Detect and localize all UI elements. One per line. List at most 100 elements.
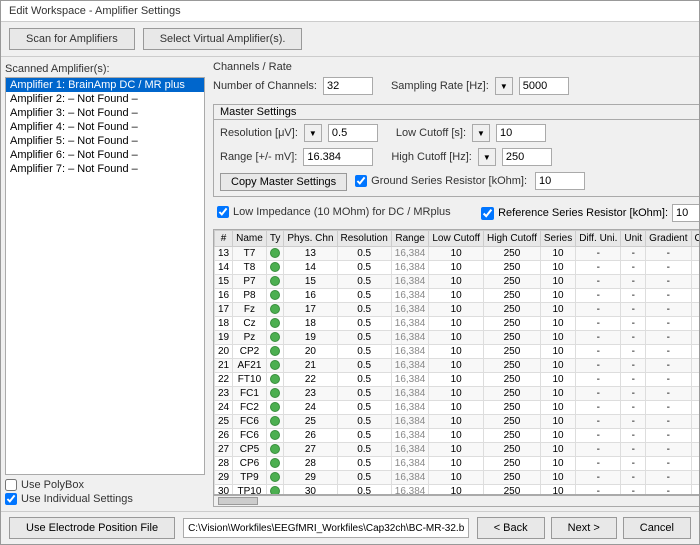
select-virtual-button[interactable]: Select Virtual Amplifier(s). — [143, 28, 303, 50]
use-polyboxy-checkbox[interactable] — [5, 479, 17, 491]
table-cell-series: 10 — [540, 457, 575, 471]
table-cell-num: 23 — [215, 387, 233, 401]
title-bar: Edit Workspace - Amplifier Settings — [1, 1, 699, 22]
table-cell-range: 16,384 — [391, 331, 429, 345]
table-cell-num: 15 — [215, 275, 233, 289]
table-cell-high: 250 — [484, 317, 541, 331]
table-cell-ty — [266, 443, 284, 457]
table-row[interactable]: 25FC6250.516,3841025010---- — [215, 415, 700, 429]
amplifier-item-5[interactable]: Amplifier 5: – Not Found – — [6, 134, 204, 148]
low-cutoff-input[interactable] — [496, 124, 546, 142]
low-impedance-checkbox[interactable] — [217, 206, 229, 218]
copy-master-button[interactable]: Copy Master Settings — [220, 173, 347, 191]
table-row[interactable]: 14T8140.516,3841025010---- — [215, 261, 700, 275]
low-impedance-label: Low Impedance (10 MOhm) for DC / MRplus — [233, 206, 451, 218]
table-cell-ty — [266, 429, 284, 443]
horizontal-scrollbar[interactable] — [213, 495, 699, 507]
sampling-rate-input[interactable] — [519, 77, 569, 95]
table-cell-res: 0.5 — [337, 457, 391, 471]
table-cell-num: 28 — [215, 457, 233, 471]
table-cell-num: 22 — [215, 373, 233, 387]
ref-series-input[interactable] — [672, 204, 699, 222]
table-cell-res: 0.5 — [337, 317, 391, 331]
table-cell-range: 16,384 — [391, 289, 429, 303]
electrode-position-button[interactable]: Use Electrode Position File — [9, 517, 175, 539]
table-cell-gradient: - — [646, 331, 691, 345]
resolution-input[interactable] — [328, 124, 378, 142]
col-header-res: Resolution — [337, 231, 391, 247]
table-row[interactable]: 29TP9290.516,3841025010---- — [215, 471, 700, 485]
table-cell-phys: 18 — [284, 317, 337, 331]
table-cell-phys: 27 — [284, 443, 337, 457]
table-row[interactable]: 16P8160.516,3841025010---- — [215, 289, 700, 303]
amplifier-item-2[interactable]: Amplifier 2: – Not Found – — [6, 92, 204, 106]
table-cell-high: 250 — [484, 331, 541, 345]
table-cell-ty — [266, 345, 284, 359]
table-cell-phys: 22 — [284, 373, 337, 387]
table-row[interactable]: 17Fz170.516,3841025010---- — [215, 303, 700, 317]
footer-right-buttons: < Back Next > Cancel — [477, 517, 691, 539]
range-input[interactable] — [303, 148, 373, 166]
sampling-rate-dropdown[interactable]: ▼ — [495, 77, 513, 95]
col-header-range: Range — [391, 231, 429, 247]
table-row[interactable]: 22FT10220.516,3841025010---- — [215, 373, 700, 387]
high-cutoff-dropdown[interactable]: ▼ — [478, 148, 496, 166]
table-cell-high: 250 — [484, 261, 541, 275]
table-cell-range: 16,384 — [391, 359, 429, 373]
table-cell-range: 16,384 — [391, 415, 429, 429]
ref-series-checkbox[interactable] — [481, 207, 494, 220]
table-cell-diff: - — [576, 331, 621, 345]
table-row[interactable]: 26FC6260.516,3841025010---- — [215, 429, 700, 443]
ground-series-checkbox[interactable] — [355, 175, 367, 187]
amplifier-item-4[interactable]: Amplifier 4: – Not Found – — [6, 120, 204, 134]
channel-type-icon — [270, 304, 280, 314]
amplifier-item-7[interactable]: Amplifier 7: – Not Found – — [6, 162, 204, 176]
table-cell-name: FC2 — [233, 401, 267, 415]
cancel-button[interactable]: Cancel — [623, 517, 691, 539]
ground-series-input[interactable] — [535, 172, 585, 190]
resolution-row: Resolution [μV]: ▼ Low Cutoff [s]: ▼ — [220, 124, 699, 142]
table-cell-unit: - — [621, 247, 646, 261]
table-cell-phys: 15 — [284, 275, 337, 289]
table-row[interactable]: 24FC2240.516,3841025010---- — [215, 401, 700, 415]
next-button[interactable]: Next > — [551, 517, 617, 539]
main-window: Edit Workspace - Amplifier Settings Scan… — [0, 0, 700, 545]
back-button[interactable]: < Back — [477, 517, 545, 539]
table-row[interactable]: 15P7150.516,3841025010---- — [215, 275, 700, 289]
table-cell-unit: - — [621, 345, 646, 359]
low-cutoff-dropdown[interactable]: ▼ — [472, 124, 490, 142]
amplifier-list[interactable]: Amplifier 1: BrainAmp DC / MR plus Ampli… — [5, 77, 205, 475]
table-row[interactable]: 19Pz190.516,3841025010---- — [215, 331, 700, 345]
table-row[interactable]: 30TP10300.516,3841025010---- — [215, 485, 700, 496]
file-path-input[interactable] — [183, 518, 469, 538]
table-cell-offset: - — [691, 303, 699, 317]
table-row[interactable]: 28CP6280.516,3841025010---- — [215, 457, 700, 471]
use-polyboxy-label: Use PolyBox — [21, 479, 84, 491]
table-cell-gradient: - — [646, 429, 691, 443]
high-cutoff-input[interactable] — [502, 148, 552, 166]
table-row[interactable]: 21AF21210.516,3841025010---- — [215, 359, 700, 373]
individual-checkbox-row: Use Individual Settings — [5, 493, 205, 505]
amplifier-item-1[interactable]: Amplifier 1: BrainAmp DC / MR plus — [6, 78, 204, 92]
resolution-dropdown[interactable]: ▼ — [304, 124, 322, 142]
table-wrapper[interactable]: # Name Ty Phys. Chn Resolution Range Low… — [213, 229, 699, 495]
table-row[interactable]: 20CP2200.516,3841025010---- — [215, 345, 700, 359]
table-cell-series: 10 — [540, 303, 575, 317]
scan-amplifiers-button[interactable]: Scan for Amplifiers — [9, 28, 135, 50]
channel-type-icon — [270, 318, 280, 328]
table-cell-low: 10 — [429, 303, 484, 317]
use-individual-checkbox[interactable] — [5, 493, 17, 505]
table-row[interactable]: 13T7130.516,3841025010---- — [215, 247, 700, 261]
table-cell-high: 250 — [484, 359, 541, 373]
table-row[interactable]: 27CP5270.516,3841025010---- — [215, 443, 700, 457]
amplifier-item-6[interactable]: Amplifier 6: – Not Found – — [6, 148, 204, 162]
table-cell-gradient: - — [646, 387, 691, 401]
amplifier-item-3[interactable]: Amplifier 3: – Not Found – — [6, 106, 204, 120]
table-cell-res: 0.5 — [337, 359, 391, 373]
num-channels-input[interactable] — [323, 77, 373, 95]
table-cell-unit: - — [621, 289, 646, 303]
table-row[interactable]: 23FC1230.516,3841025010---- — [215, 387, 700, 401]
table-cell-series: 10 — [540, 401, 575, 415]
table-cell-low: 10 — [429, 261, 484, 275]
table-row[interactable]: 18Cz180.516,3841025010---- — [215, 317, 700, 331]
